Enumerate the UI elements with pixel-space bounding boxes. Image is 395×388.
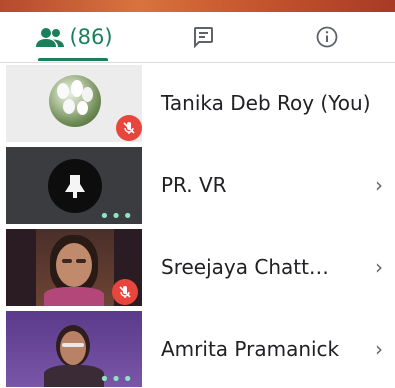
- more-dots-icon: •••: [99, 206, 134, 225]
- participant-name: Tanika Deb Roy (You): [161, 90, 371, 115]
- participant-name: Sreejaya Chatt…: [161, 254, 329, 279]
- more-dots-icon: •••: [99, 369, 134, 388]
- participant-avatar-tile: [6, 229, 142, 306]
- participant-avatar-tile: •••: [6, 311, 142, 387]
- mic-off-icon: [112, 279, 138, 305]
- participant-row[interactable]: ••• Amrita Pramanick ›: [0, 309, 395, 388]
- avatar: [48, 159, 102, 213]
- chevron-right-icon[interactable]: ›: [375, 309, 383, 388]
- bell-icon: [65, 175, 85, 198]
- people-icon: [36, 28, 65, 47]
- participant-row[interactable]: Sreejaya Chatt… ›: [0, 227, 395, 306]
- tab-people[interactable]: (86): [0, 12, 148, 62]
- mic-off-icon: [116, 115, 142, 141]
- info-icon: [316, 26, 337, 48]
- video-strip: [0, 0, 395, 12]
- participant-name: Amrita Pramanick: [161, 336, 340, 361]
- tab-info[interactable]: [258, 12, 395, 62]
- avatar: [49, 75, 101, 127]
- participant-row[interactable]: ••• PR. VR ›: [0, 145, 395, 224]
- participant-avatar-tile: •••: [6, 147, 142, 224]
- tab-chat[interactable]: [148, 12, 258, 62]
- participant-count: (86): [69, 25, 113, 49]
- chevron-right-icon[interactable]: ›: [375, 227, 383, 306]
- active-tab-indicator: [38, 58, 108, 61]
- chat-icon: [194, 27, 213, 49]
- participant-row[interactable]: Tanika Deb Roy (You): [0, 63, 395, 142]
- participant-name: PR. VR: [161, 172, 227, 197]
- chevron-right-icon[interactable]: ›: [375, 145, 383, 224]
- participant-avatar-tile: [6, 65, 142, 142]
- participant-video: [36, 229, 114, 306]
- tab-bar: (86): [0, 12, 395, 63]
